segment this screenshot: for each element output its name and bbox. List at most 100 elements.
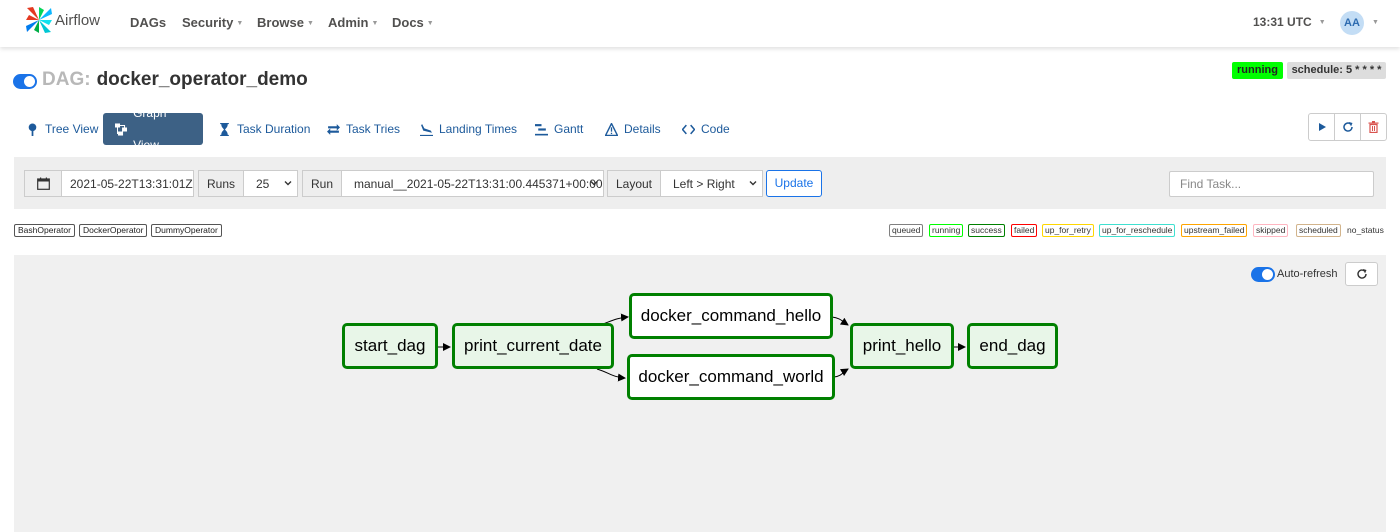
run-label: Run (302, 170, 342, 197)
nav-dags[interactable]: DAGs (130, 15, 166, 30)
auto-refresh-label: Auto-refresh (1277, 268, 1338, 280)
dag-pause-toggle[interactable] (13, 74, 37, 89)
chevron-down-icon (590, 181, 598, 186)
calendar-button[interactable] (24, 170, 62, 197)
state-legend-success[interactable]: success (968, 224, 1005, 237)
task-node-end-dag[interactable]: end_dag (967, 323, 1058, 369)
run-value: manual__2021-05-22T13:31:00.445371+00:00 (354, 176, 603, 191)
runs-label: Runs (198, 170, 244, 197)
brand-name: Airflow (55, 12, 101, 29)
state-legend-queued[interactable]: queued (889, 224, 924, 237)
update-button[interactable]: Update (766, 170, 822, 197)
nav-browse[interactable]: Browse ▼ (257, 15, 314, 30)
timezone-clock[interactable]: 13:31 UTC ▼ (1253, 15, 1326, 29)
retry-icon (327, 123, 340, 135)
hourglass-icon (220, 122, 229, 136)
chevron-down-icon: ▼ (236, 20, 244, 27)
tab-code[interactable]: Code (670, 113, 742, 145)
find-task-input[interactable] (1169, 171, 1374, 197)
gantt-icon (535, 123, 548, 135)
nav-browse-label: Browse (257, 15, 304, 30)
state-legend-upstream-failed[interactable]: upstream_failed (1181, 224, 1248, 237)
dag-actions (1308, 113, 1387, 141)
graph-icon (115, 122, 128, 136)
operator-legend-item: DockerOperator (79, 224, 148, 237)
refresh-icon (1342, 122, 1353, 132)
tab-label: Task Duration (237, 122, 311, 136)
clock-label: 13:31 UTC (1253, 15, 1312, 29)
play-icon (1318, 123, 1326, 131)
tab-label: Code (701, 122, 730, 136)
task-node-start-dag[interactable]: start_dag (342, 323, 438, 369)
chevron-down-icon (284, 181, 292, 186)
chevron-down-icon (749, 181, 757, 186)
state-legend-scheduled[interactable]: scheduled (1296, 224, 1341, 237)
operator-legend-item: DummyOperator (151, 224, 222, 237)
dag-title: DAG: docker_operator_demo (42, 69, 308, 91)
tab-task-duration[interactable]: Task Duration (206, 113, 322, 145)
dag-status-badge: running (1232, 62, 1283, 79)
state-legend-running[interactable]: running (929, 224, 964, 237)
graph-refresh-button[interactable] (1345, 262, 1378, 286)
base-date-value: 2021-05-22T13:31:01Z (70, 176, 193, 191)
runs-value: 25 (256, 176, 270, 191)
state-legend-no-status[interactable]: no_status (1347, 225, 1384, 235)
chevron-down-icon: ▼ (1372, 19, 1379, 26)
run-select[interactable]: manual__2021-05-22T13:31:00.445371+00:00 (341, 170, 604, 197)
user-avatar[interactable]: AA (1340, 11, 1364, 35)
tab-landing-times[interactable]: Landing Times (408, 113, 529, 145)
run-label-text: Run (310, 176, 333, 191)
trash-icon (1368, 121, 1379, 133)
task-node-print-current-date[interactable]: print_current_date (452, 323, 614, 369)
state-legend-skipped[interactable]: skipped (1253, 224, 1289, 237)
tab-details[interactable]: Details (593, 113, 673, 145)
task-node-print-hello[interactable]: print_hello (850, 323, 954, 369)
nav-admin[interactable]: Admin ▼ (328, 15, 378, 30)
nav-security-label: Security (182, 15, 234, 30)
tab-label: Tree View (45, 122, 99, 136)
tab-task-tries[interactable]: Task Tries (315, 113, 412, 145)
schedule-badge: schedule: 5 * * * * (1287, 62, 1386, 79)
layout-label: Layout (607, 170, 661, 197)
tab-label: Task Tries (346, 122, 401, 136)
top-navbar: Airflow DAGs Security ▼ Browse ▼ Admin ▼ Do… (0, 0, 1400, 47)
delete-dag-button[interactable] (1361, 114, 1386, 140)
state-legend-up-for-reschedule[interactable]: up_for_reschedule (1099, 224, 1176, 237)
refresh-dag-button[interactable] (1335, 114, 1361, 140)
tab-gantt[interactable]: Gantt (523, 113, 595, 145)
trigger-dag-button[interactable] (1309, 114, 1335, 140)
dag-name: docker_operator_demo (96, 69, 308, 90)
nav-docs-label: Docs (392, 15, 424, 30)
state-legend-failed[interactable]: failed (1011, 224, 1038, 237)
warning-triangle-icon (605, 122, 618, 136)
chevron-down-icon: ▼ (306, 20, 314, 27)
layout-select[interactable]: Left > Right (660, 170, 763, 197)
layout-label-text: Layout (615, 176, 653, 191)
nav-admin-label: Admin (328, 15, 369, 30)
airflow-logo-icon (26, 7, 52, 33)
tab-tree-view[interactable]: Tree View (14, 113, 110, 145)
tab-graph-view[interactable]: Graph View (103, 106, 203, 152)
airflow-home-link[interactable]: Airflow (24, 5, 100, 35)
chevron-down-icon: ▼ (371, 20, 379, 27)
task-node-docker-command-world[interactable]: docker_command_world (627, 354, 835, 400)
state-legend-up-for-retry[interactable]: up_for_retry (1042, 224, 1094, 237)
tab-label: Graph View (133, 106, 167, 152)
dag-title-prefix: DAG: (42, 69, 91, 90)
task-node-docker-command-hello[interactable]: docker_command_hello (629, 293, 833, 339)
tab-label: Landing Times (439, 122, 518, 136)
base-date-field[interactable]: 2021-05-22T13:31:01Z (61, 170, 194, 197)
auto-refresh-toggle[interactable] (1251, 267, 1275, 282)
operator-legend-item: BashOperator (14, 224, 75, 237)
runs-select[interactable]: 25 (243, 170, 298, 197)
landing-icon (420, 123, 433, 136)
refresh-icon (1356, 269, 1367, 279)
nav-security[interactable]: Security ▼ (182, 15, 243, 30)
nav-docs[interactable]: Docs ▼ (392, 15, 434, 30)
chevron-down-icon: ▼ (426, 20, 434, 27)
tab-label: Details (624, 122, 661, 136)
runs-label-text: Runs (206, 176, 235, 191)
chevron-down-icon: ▼ (1318, 19, 1326, 26)
calendar-icon (36, 177, 50, 190)
tree-icon (28, 123, 37, 136)
